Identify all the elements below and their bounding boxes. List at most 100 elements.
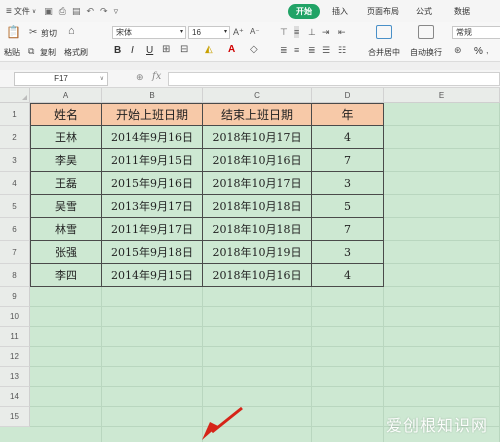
decrease-font-icon[interactable]: A⁻ <box>250 26 260 38</box>
format-painter-label[interactable]: 格式刷 <box>64 47 88 58</box>
wrap-text-icon[interactable] <box>418 25 434 39</box>
table-header-cell[interactable]: 年 <box>312 103 384 126</box>
align-top-icon[interactable]: ⊤ <box>280 26 288 38</box>
bold-button[interactable]: B <box>114 45 121 56</box>
row-header-8[interactable]: 8 <box>0 264 30 287</box>
percent-button[interactable]: % <box>474 46 483 57</box>
table-header-cell[interactable]: 姓名 <box>30 103 102 126</box>
table-cell[interactable]: 2015年9月18日 <box>102 241 203 264</box>
align-center-icon[interactable]: ≡ <box>294 44 299 56</box>
italic-button[interactable]: I <box>131 45 134 56</box>
table-cell[interactable]: 2014年9月16日 <box>102 126 203 149</box>
table-cell[interactable]: 2018年10月18日 <box>203 218 312 241</box>
print-icon[interactable]: ⎙ <box>59 6 66 17</box>
table-cell[interactable]: 2018年10月16日 <box>203 264 312 287</box>
table-cell[interactable]: 2011年9月17日 <box>102 218 203 241</box>
column-header-e[interactable]: E <box>384 88 500 103</box>
table-cell[interactable]: 2018年10月18日 <box>203 195 312 218</box>
table-cell[interactable]: 5 <box>312 195 384 218</box>
name-box[interactable]: F17 ∨ <box>14 72 108 86</box>
table-cell[interactable]: 2014年9月15日 <box>102 264 203 287</box>
table-cell[interactable]: 3 <box>312 172 384 195</box>
justify-icon[interactable]: ☰ <box>322 44 330 56</box>
tab-home[interactable]: 开始 <box>288 4 320 19</box>
row-header-7[interactable]: 7 <box>0 241 30 264</box>
table-cell[interactable]: 2013年9月17日 <box>102 195 203 218</box>
table-cell[interactable]: 4 <box>312 126 384 149</box>
tab-insert[interactable]: 插入 <box>332 4 348 19</box>
thousands-separator-icon[interactable]: , <box>486 44 489 56</box>
column-header-b[interactable]: B <box>102 88 203 103</box>
table-cell[interactable]: 7 <box>312 149 384 172</box>
formula-input[interactable] <box>168 72 500 86</box>
table-cell[interactable]: 王林 <box>30 126 102 149</box>
table-header-cell[interactable]: 结束上班日期 <box>203 103 312 126</box>
outdent-icon[interactable]: ⇤ <box>338 26 346 38</box>
align-right-icon[interactable]: ≣ <box>308 44 316 56</box>
copy-icon[interactable]: ⧉ <box>28 45 34 57</box>
align-bottom-icon[interactable]: ⊥ <box>308 26 316 38</box>
row-header-10[interactable]: 10 <box>0 307 30 327</box>
align-left-icon[interactable]: ≣ <box>280 44 288 56</box>
fill-style-icon[interactable]: ⊟ <box>180 44 188 56</box>
row-header-12[interactable]: 12 <box>0 347 30 367</box>
row-header-5[interactable]: 5 <box>0 195 30 218</box>
align-middle-icon[interactable]: ≡ <box>294 26 300 38</box>
table-cell[interactable]: 林雪 <box>30 218 102 241</box>
wrap-text-button[interactable]: 自动换行 <box>410 47 442 58</box>
fill-color-icon[interactable]: ◭ <box>205 44 213 56</box>
underline-button[interactable]: U <box>146 45 153 56</box>
table-header-cell[interactable]: 开始上班日期 <box>102 103 203 126</box>
tab-page-layout[interactable]: 页面布局 <box>367 4 399 19</box>
table-cell[interactable]: 李昊 <box>30 149 102 172</box>
print-preview-icon[interactable]: ▤ <box>72 6 81 17</box>
row-header-4[interactable]: 4 <box>0 172 30 195</box>
table-cell[interactable]: 4 <box>312 264 384 287</box>
table-cell[interactable]: 2018年10月17日 <box>203 172 312 195</box>
table-cell[interactable]: 王磊 <box>30 172 102 195</box>
tab-data[interactable]: 数据 <box>454 4 470 19</box>
cut-button-label[interactable]: 剪切 <box>41 28 57 39</box>
border-icon[interactable]: ⊞ <box>162 44 170 56</box>
distributed-icon[interactable]: ☷ <box>338 44 346 56</box>
fx-icon[interactable]: fx <box>152 71 161 82</box>
currency-icon[interactable]: ⊛ <box>454 44 462 56</box>
font-name-select[interactable]: 宋体 ▾ <box>112 26 186 39</box>
table-cell[interactable]: 张强 <box>30 241 102 264</box>
number-format-select[interactable]: 常规 <box>452 26 500 39</box>
font-color-icon[interactable]: A <box>228 44 235 56</box>
spreadsheet-grid[interactable]: A B C D E 1 2 3 4 5 6 7 8 9 10 11 12 13 14 15 姓名 开始上班日期… <box>0 88 500 442</box>
merge-cells-icon[interactable] <box>376 25 392 39</box>
tab-formulas[interactable]: 公式 <box>416 4 432 19</box>
increase-font-icon[interactable]: A⁺ <box>233 26 244 38</box>
row-header-6[interactable]: 6 <box>0 218 30 241</box>
copy-button-label[interactable]: 复制 <box>40 47 56 58</box>
table-cell[interactable]: 2015年9月16日 <box>102 172 203 195</box>
column-header-d[interactable]: D <box>312 88 384 103</box>
column-header-c[interactable]: C <box>203 88 312 103</box>
row-header-15[interactable]: 15 <box>0 407 30 427</box>
row-header-1[interactable]: 1 <box>0 103 30 126</box>
format-painter-icon[interactable]: ⌂ <box>68 25 75 37</box>
scissors-icon[interactable]: ✂ <box>29 27 37 39</box>
main-menu-button[interactable]: ≡ 文件 ∨ <box>6 6 36 17</box>
row-header-13[interactable]: 13 <box>0 367 30 387</box>
merge-center-button[interactable]: 合并居中 <box>368 47 400 58</box>
row-header-9[interactable]: 9 <box>0 287 30 307</box>
eraser-icon[interactable]: ◇ <box>250 44 258 56</box>
customize-icon[interactable]: ▿ <box>114 6 119 17</box>
row-header-14[interactable]: 14 <box>0 387 30 407</box>
table-cell[interactable]: 李四 <box>30 264 102 287</box>
redo-icon[interactable]: ↷ <box>100 6 108 17</box>
row-header-3[interactable]: 3 <box>0 149 30 172</box>
table-cell[interactable]: 2018年10月17日 <box>203 126 312 149</box>
row-header-11[interactable]: 11 <box>0 327 30 347</box>
table-cell[interactable]: 吴雪 <box>30 195 102 218</box>
row-header-2[interactable]: 2 <box>0 126 30 149</box>
paste-icon[interactable]: 📋 <box>6 26 21 38</box>
zoom-formula-icon[interactable]: ⊕ <box>136 72 144 83</box>
column-header-a[interactable]: A <box>30 88 102 103</box>
undo-icon[interactable]: ↶ <box>86 6 94 17</box>
indent-icon[interactable]: ⇥ <box>322 26 330 38</box>
paste-button-label[interactable]: 粘贴 <box>4 47 20 58</box>
